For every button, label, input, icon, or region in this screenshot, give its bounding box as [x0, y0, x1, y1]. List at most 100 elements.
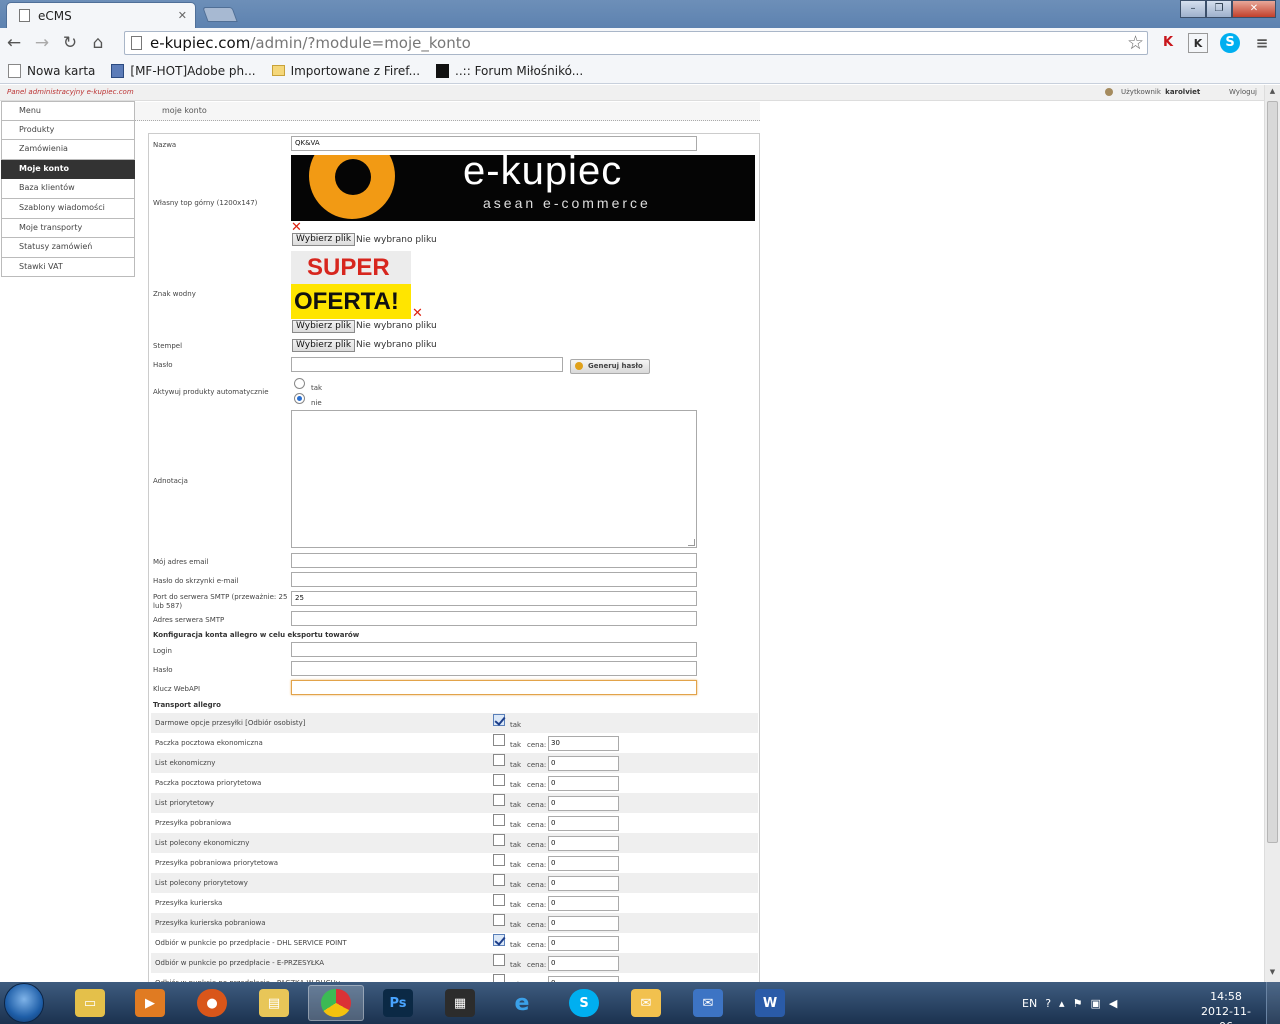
- media-player-icon[interactable]: ▶: [122, 985, 178, 1021]
- page-scrollbar[interactable]: ▲ ▼: [1264, 85, 1280, 982]
- explorer-icon[interactable]: ▭: [62, 985, 118, 1021]
- sidebar-item-my-transports[interactable]: Moje transporty: [1, 218, 135, 239]
- smtp-port-input[interactable]: 25: [291, 591, 697, 606]
- volume-icon[interactable]: ◀: [1109, 997, 1117, 1010]
- name-input[interactable]: QK&VA: [291, 136, 697, 151]
- ie-icon[interactable]: e: [494, 985, 550, 1021]
- transport-checkbox[interactable]: [493, 834, 505, 846]
- word-icon[interactable]: W: [742, 985, 798, 1021]
- transport-checkbox[interactable]: [493, 954, 505, 966]
- bookmark-item[interactable]: [MF-HOT]Adobe ph...: [111, 63, 256, 78]
- transport-price-input[interactable]: 0: [548, 876, 619, 891]
- transport-checkbox[interactable]: [493, 814, 505, 826]
- transport-price-input[interactable]: 0: [548, 956, 619, 971]
- outlook-icon[interactable]: ✉: [680, 985, 736, 1021]
- minimize-button[interactable]: –: [1180, 0, 1206, 18]
- film-editor-icon[interactable]: ▦: [432, 985, 488, 1021]
- bookmark-item[interactable]: Nowa karta: [8, 63, 95, 78]
- choose-file-button[interactable]: Wybierz plik: [292, 339, 356, 352]
- help-icon[interactable]: ?: [1045, 997, 1051, 1010]
- transport-checkbox[interactable]: [493, 714, 505, 726]
- transport-checkbox[interactable]: [493, 774, 505, 786]
- radio-no[interactable]: [294, 393, 305, 404]
- show-desktop-button[interactable]: [1266, 982, 1280, 1024]
- transport-checkbox[interactable]: [493, 754, 505, 766]
- extension-icon[interactable]: K: [1188, 33, 1208, 53]
- skype-extension-icon[interactable]: S: [1220, 33, 1240, 53]
- scroll-thumb[interactable]: [1267, 101, 1278, 843]
- transport-price-input[interactable]: 0: [548, 916, 619, 931]
- tray-expand-icon[interactable]: ▴: [1059, 997, 1065, 1010]
- photoshop-icon[interactable]: Ps: [370, 985, 426, 1021]
- tab-ecms[interactable]: eCMS ✕: [6, 2, 196, 28]
- radio-yes[interactable]: [294, 378, 305, 389]
- transport-price-input[interactable]: 0: [548, 896, 619, 911]
- choose-file-button[interactable]: Wybierz plik: [292, 233, 356, 246]
- file-manager-icon[interactable]: ▤: [246, 985, 302, 1021]
- menu-wrench-icon[interactable]: ≡: [1252, 33, 1272, 53]
- sidebar-item-vat-rates[interactable]: Stawki VAT: [1, 257, 135, 278]
- transport-checkbox[interactable]: [493, 974, 505, 982]
- url-path: /admin/?module=moje_konto: [250, 34, 471, 52]
- transport-price-input[interactable]: 0: [548, 936, 619, 951]
- close-tab-icon[interactable]: ✕: [178, 9, 187, 22]
- annotation-textarea[interactable]: [291, 410, 697, 548]
- webapi-key-input[interactable]: [291, 680, 697, 695]
- transport-checkbox[interactable]: [493, 734, 505, 746]
- bookmark-star-icon[interactable]: ☆: [1127, 32, 1144, 54]
- close-window-button[interactable]: ✕: [1232, 0, 1276, 18]
- back-icon[interactable]: ←: [0, 33, 28, 53]
- logout-link[interactable]: Wyloguj: [1229, 88, 1257, 96]
- flag-icon[interactable]: ⚑: [1073, 997, 1083, 1010]
- new-tab-button[interactable]: [202, 7, 238, 22]
- transport-checkbox[interactable]: [493, 894, 505, 906]
- bookmark-item[interactable]: Importowane z Firef...: [271, 64, 420, 78]
- transport-checkbox[interactable]: [493, 874, 505, 886]
- transport-price-input[interactable]: 0: [548, 756, 619, 771]
- sidebar-item-my-account[interactable]: Moje konto: [1, 159, 135, 180]
- forward-icon[interactable]: →: [28, 33, 56, 53]
- language-indicator[interactable]: EN: [1022, 997, 1037, 1010]
- email-password-input[interactable]: [291, 572, 697, 587]
- start-button[interactable]: [4, 983, 44, 1023]
- transport-checkbox[interactable]: [493, 934, 505, 946]
- allegro-login-input[interactable]: [291, 642, 697, 657]
- transport-checkbox[interactable]: [493, 794, 505, 806]
- sidebar-item-order-statuses[interactable]: Statusy zamówień: [1, 238, 135, 258]
- choose-file-button[interactable]: Wybierz plik: [292, 320, 356, 333]
- bookmark-item[interactable]: ..:: Forum Miłośnikó...: [436, 63, 583, 78]
- transport-price-input[interactable]: 0: [548, 856, 619, 871]
- sidebar-item-menu[interactable]: Menu: [1, 101, 135, 121]
- home-icon[interactable]: ⌂: [84, 33, 112, 53]
- password-input[interactable]: [291, 357, 563, 372]
- allegro-password-input[interactable]: [291, 661, 697, 676]
- transport-price-input[interactable]: 0: [548, 776, 619, 791]
- sidebar-item-message-templates[interactable]: Szablony wiadomości: [1, 198, 135, 219]
- smtp-address-input[interactable]: [291, 611, 697, 626]
- network-icon[interactable]: ▣: [1090, 997, 1100, 1010]
- skype-icon[interactable]: S: [556, 985, 612, 1021]
- transport-price-input[interactable]: 0: [548, 796, 619, 811]
- delete-icon[interactable]: ✕: [412, 307, 423, 320]
- transport-checkbox[interactable]: [493, 854, 505, 866]
- transport-checkbox[interactable]: [493, 914, 505, 926]
- email-input[interactable]: [291, 553, 697, 568]
- reload-icon[interactable]: ↻: [56, 33, 84, 53]
- address-bar[interactable]: e-kupiec.com/admin/?module=moje_konto ☆: [124, 31, 1148, 55]
- scroll-down-icon[interactable]: ▼: [1267, 968, 1278, 980]
- firefox-icon[interactable]: ●: [184, 985, 240, 1021]
- transport-price-input[interactable]: 0: [548, 836, 619, 851]
- system-clock[interactable]: 14:58 2012-11-06: [1196, 989, 1256, 1024]
- sidebar-item-customers[interactable]: Baza klientów: [1, 179, 135, 199]
- transport-price-input[interactable]: 30: [548, 736, 619, 751]
- table-row: List ekonomiczny tak cena: 0: [151, 753, 758, 773]
- kaspersky-extension-icon[interactable]: K: [1158, 33, 1178, 53]
- sidebar-item-orders[interactable]: Zamówienia: [1, 140, 135, 160]
- transport-price-input[interactable]: 0: [548, 816, 619, 831]
- maximize-button[interactable]: ❐: [1206, 0, 1232, 18]
- generate-password-button[interactable]: Generuj hasło: [570, 359, 650, 374]
- scroll-up-icon[interactable]: ▲: [1267, 87, 1278, 99]
- chrome-icon[interactable]: [308, 985, 364, 1021]
- mail-icon[interactable]: ✉: [618, 985, 674, 1021]
- sidebar-item-products[interactable]: Produkty: [1, 120, 135, 141]
